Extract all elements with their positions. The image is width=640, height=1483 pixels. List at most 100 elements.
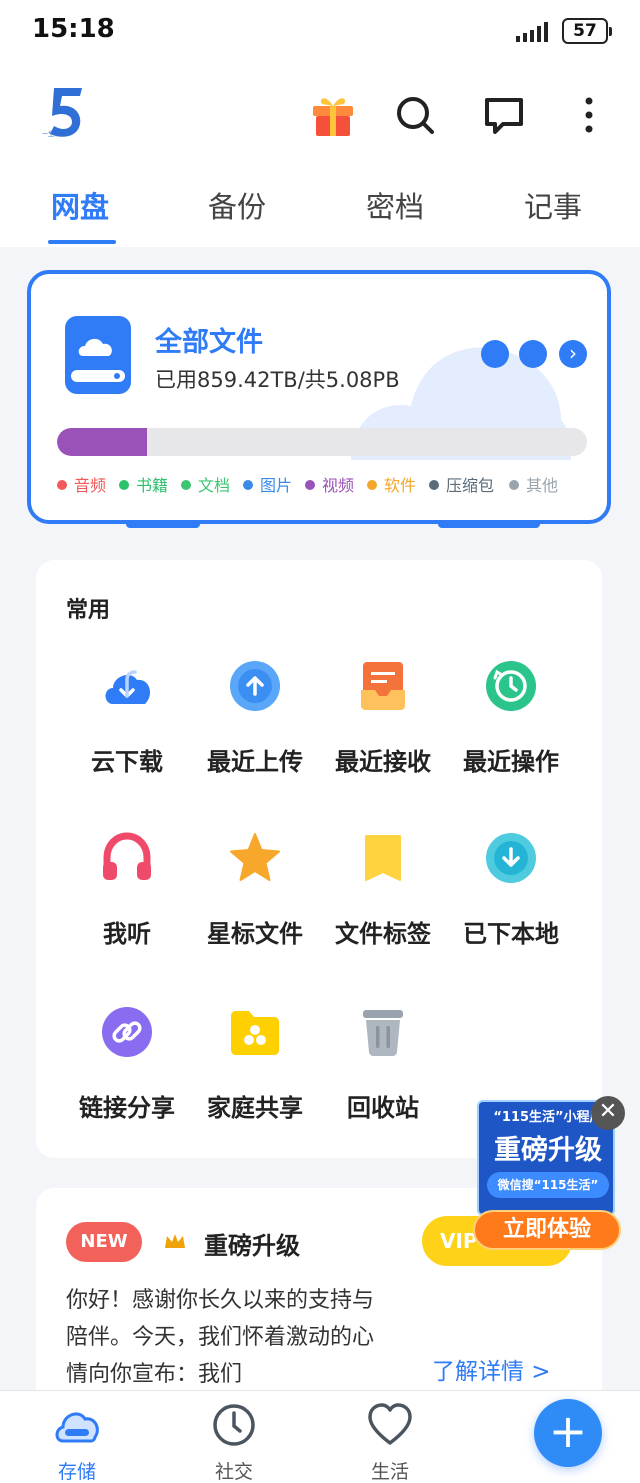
promo-try-button[interactable]: 立即体验 [473, 1210, 621, 1250]
chevron-right-icon[interactable]: › [559, 340, 587, 368]
promo-line3: 微信搜“115生活” [487, 1172, 609, 1198]
grid-item-recent-receive[interactable]: 最近接收 [319, 660, 447, 800]
clock-icon [213, 1404, 255, 1446]
grid-label: 最近接收 [335, 748, 431, 776]
grid-item-family-share[interactable]: 家庭共享 [191, 1006, 319, 1146]
legend-dot [181, 480, 191, 490]
grid-item-downloaded-local[interactable]: 已下本地 [447, 832, 575, 972]
grid-label: 链接分享 [79, 1094, 175, 1122]
grid-item-link-share[interactable]: 链接分享 [63, 1006, 191, 1146]
common-section: 常用 云下载 最近上传 最近接收 最近操作 我听 星标文件 文件标签 已下本地 … [36, 560, 602, 1158]
vip-label: VIP [440, 1229, 478, 1253]
bottom-nav: 存储 社交 生活 + [0, 1390, 640, 1483]
grid-item-recent-upload[interactable]: 最近上传 [191, 660, 319, 800]
storage-card[interactable]: 全部文件 已用859.42TB/共5.08PB › 音频 书籍 文档 图片 视频 软件 压缩… [27, 270, 611, 524]
tab-netdisk[interactable]: 网盘 [51, 184, 109, 226]
search-icon[interactable] [392, 92, 438, 138]
tab-secret-files[interactable]: 密档 [366, 184, 424, 226]
legend-label: 压缩包 [446, 476, 495, 495]
close-icon[interactable]: ✕ [591, 1096, 625, 1130]
legend-label: 图片 [260, 476, 293, 495]
gift-icon[interactable] [310, 92, 356, 138]
grid-item-starred-files[interactable]: 星标文件 [191, 832, 319, 972]
storage-progress-fill [57, 428, 148, 456]
tab-notes[interactable]: 记事 [524, 184, 582, 226]
legend-label: 文档 [198, 476, 231, 495]
grid-label: 最近操作 [463, 748, 559, 776]
grid-item-recycle-bin[interactable]: 回收站 [319, 1006, 447, 1146]
grid-label: 星标文件 [207, 920, 303, 948]
tab-underline [48, 240, 116, 244]
star-icon [230, 833, 280, 881]
battery-indicator: 57 [562, 18, 612, 44]
recent-operation-icon [486, 661, 536, 711]
card-tab-decoration [126, 520, 200, 528]
grid-label: 最近上传 [207, 748, 303, 776]
dot-icon [519, 340, 547, 368]
recent-receive-icon [361, 662, 405, 710]
legend-label: 音频 [74, 476, 107, 495]
legend-label: 其他 [526, 476, 559, 495]
storage-usage: 已用859.42TB/共5.08PB [155, 368, 400, 392]
nav-life[interactable]: 生活 [345, 1401, 435, 1483]
cloud-download-icon [105, 670, 151, 704]
grid-label: 文件标签 [335, 920, 431, 948]
legend-dot [119, 480, 129, 490]
news-body: 你好！感谢你长久以来的支持与陪伴。今天，我们怀着激动的心情向你宣布：我们 [66, 1288, 375, 1387]
bookmark-icon [365, 835, 401, 881]
legend-item: 文档 [181, 472, 230, 496]
logo-text: 一生相伴 [42, 130, 66, 138]
legend-item: 书籍 [119, 472, 168, 496]
legend-dot [429, 480, 439, 490]
legend-dot [243, 480, 253, 490]
headphones-icon [103, 832, 151, 880]
grid-item-file-tags[interactable]: 文件标签 [319, 832, 447, 972]
drive-icon [65, 316, 131, 394]
grid-label: 云下载 [91, 748, 163, 776]
app-logo: 一生相伴 [42, 88, 82, 138]
nav-label: 存储 [57, 1461, 96, 1483]
dot-icon [481, 340, 509, 368]
crown-icon [165, 1234, 185, 1248]
legend-dot [367, 480, 377, 490]
legend-dot [57, 480, 67, 490]
link-icon [102, 1007, 152, 1057]
legend-label: 软件 [384, 476, 417, 495]
grid-label: 我听 [103, 920, 151, 948]
main-tabs: 网盘 备份 密档 记事 [0, 180, 640, 247]
section-title: 常用 [66, 598, 111, 623]
promo-line2: 重磅升级 [494, 1135, 602, 1166]
tab-backup[interactable]: 备份 [208, 184, 266, 226]
heart-icon [368, 1403, 412, 1445]
storage-progress-bar [57, 428, 587, 456]
legend-item: 图片 [243, 472, 292, 496]
storage-icon [55, 1412, 99, 1443]
storage-legend: 音频 书籍 文档 图片 视频 软件 压缩包 其他 [57, 472, 597, 496]
new-badge: NEW [66, 1222, 142, 1262]
add-button[interactable]: + [534, 1399, 602, 1467]
app-header: 一生相伴 网盘 备份 密档 记事 [0, 62, 640, 247]
legend-item: 其他 [509, 472, 558, 496]
legend-dot [305, 480, 315, 490]
more-icon[interactable] [566, 92, 612, 138]
grid-label: 已下本地 [463, 920, 559, 948]
nav-storage[interactable]: 存储 [32, 1401, 122, 1483]
promo-banner[interactable]: “115生活”小程序 重磅升级 微信搜“115生活” 立即体验 ✕ [473, 1096, 625, 1250]
grid-item-listen[interactable]: 我听 [63, 832, 191, 972]
storage-title: 全部文件 [155, 327, 263, 358]
message-icon[interactable] [481, 92, 527, 138]
trash-icon [363, 1010, 403, 1056]
grid-label: 回收站 [347, 1094, 419, 1122]
news-title: 重磅升级 [204, 1232, 300, 1260]
grid-item-cloud-download[interactable]: 云下载 [63, 660, 191, 800]
grid-item-recent-operation[interactable]: 最近操作 [447, 660, 575, 800]
nav-social[interactable]: 社交 [189, 1401, 279, 1483]
legend-dot [509, 480, 519, 490]
legend-item: 音频 [57, 472, 106, 496]
recent-upload-icon [230, 661, 280, 711]
legend-item: 压缩包 [429, 472, 494, 496]
nav-label: 社交 [214, 1461, 253, 1483]
legend-item: 软件 [367, 472, 416, 496]
nav-label: 生活 [370, 1461, 409, 1483]
learn-more-link[interactable]: 了解详情 > [432, 1352, 551, 1386]
